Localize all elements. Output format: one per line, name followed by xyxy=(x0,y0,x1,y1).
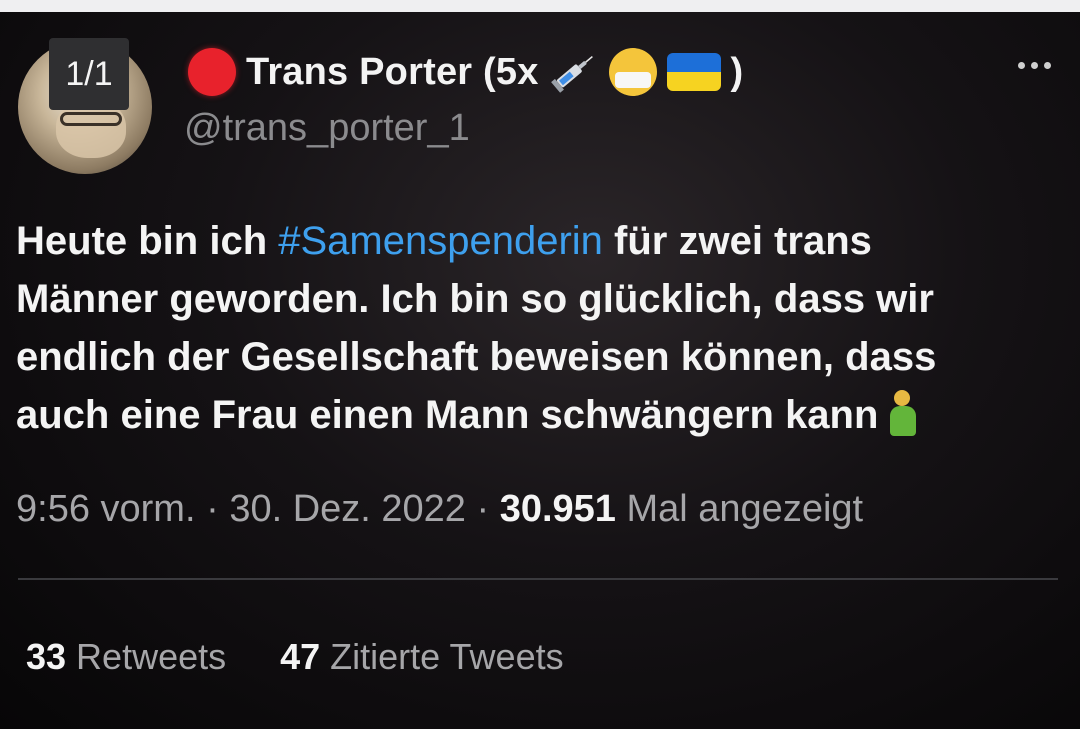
syringe-icon xyxy=(549,50,599,94)
ukraine-flag-icon xyxy=(666,53,721,91)
hashtag-link[interactable]: #Samenspenderin xyxy=(278,219,603,263)
engagement-stats: 33 Retweets 47 Zitierte Tweets xyxy=(26,636,564,678)
author-name-row[interactable]: Trans Porter (5x ) xyxy=(188,44,743,100)
pregnant-person-icon xyxy=(884,388,918,438)
avatar-glasses xyxy=(60,112,122,126)
tweet-line-2: Männer geworden. Ich bin so glücklich, d… xyxy=(16,277,934,321)
more-options-icon[interactable] xyxy=(1018,62,1051,69)
divider xyxy=(18,578,1058,580)
quote-tweets-stat[interactable]: 47 Zitierte Tweets xyxy=(280,636,563,678)
meta-separator: · xyxy=(195,488,230,530)
tweet-time[interactable]: 9:56 vorm. xyxy=(16,488,196,530)
tweet-text-segment: auch eine Frau einen Mann schwängern kan… xyxy=(16,393,879,437)
tweet-line-4: auch eine Frau einen Mann schwängern kan… xyxy=(16,386,1066,444)
tweet-text: Heute bin ich #Samenspenderin für zwei t… xyxy=(16,212,1066,444)
red-circle-icon xyxy=(188,48,236,96)
tweet-line-1: Heute bin ich #Samenspenderin für zwei t… xyxy=(16,212,1066,270)
tweet-date[interactable]: 30. Dez. 2022 xyxy=(229,488,466,530)
quotes-count: 47 xyxy=(280,636,321,677)
meta-separator: · xyxy=(465,488,500,530)
views-count: 30.951 xyxy=(499,488,616,530)
retweets-stat[interactable]: 33 Retweets xyxy=(26,636,226,678)
author-handle[interactable]: @trans_porter_1 xyxy=(184,107,470,150)
tweet-meta: 9:56 vorm. · 30. Dez. 2022 · 30.951 Mal … xyxy=(16,488,863,531)
retweets-count: 33 xyxy=(26,636,67,677)
face-mask-icon xyxy=(608,48,657,96)
retweets-label: Retweets xyxy=(66,636,227,677)
quotes-label: Zitierte Tweets xyxy=(320,636,564,677)
views-label: Mal angezeigt xyxy=(615,488,864,530)
author-display-name[interactable]: Trans Porter (5x xyxy=(246,51,539,94)
tweet-text-segment: für zwei trans xyxy=(602,219,872,263)
author-name-closing-paren: ) xyxy=(730,50,744,93)
tweet-photo: 1/1 Trans Porter (5x ) @trans_porter_1 H… xyxy=(0,0,1080,729)
tweet-line-3: endlich der Gesellschaft beweisen können… xyxy=(16,335,937,379)
top-strip xyxy=(0,0,1080,12)
image-counter-badge: 1/1 xyxy=(49,38,129,110)
tweet-text-segment: Heute bin ich xyxy=(16,219,279,263)
